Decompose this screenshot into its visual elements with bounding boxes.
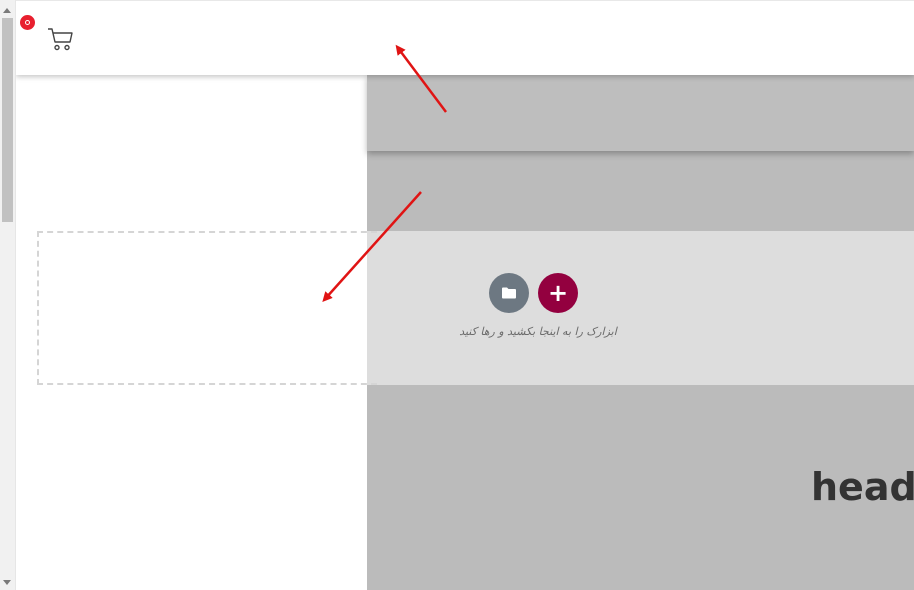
scroll-up-icon[interactable] — [3, 8, 11, 13]
add-section-button[interactable]: + — [538, 273, 578, 313]
dropzone-outline — [37, 231, 377, 385]
template-library-button[interactable] — [489, 273, 529, 313]
canvas-header-section[interactable] — [367, 75, 914, 151]
site-header[interactable] — [16, 0, 914, 75]
scroll-down-icon[interactable] — [3, 580, 11, 585]
cart-count-badge-icon — [25, 20, 30, 25]
dropzone-area[interactable] — [367, 231, 914, 385]
dropzone-hint: ابزارک را به اینجا بکشید و رها کنید — [459, 325, 617, 338]
plus-icon: + — [547, 279, 569, 307]
scrollbar-thumb[interactable] — [2, 18, 13, 222]
vertical-scrollbar[interactable] — [0, 0, 16, 590]
section-heading[interactable]: heade — [811, 465, 914, 509]
cart-icon[interactable] — [46, 25, 74, 53]
cart-count-badge — [20, 15, 35, 30]
editor-preview: + ابزارک را به اینجا بکشید و رها کنید he… — [0, 0, 914, 590]
folder-icon — [502, 287, 516, 299]
